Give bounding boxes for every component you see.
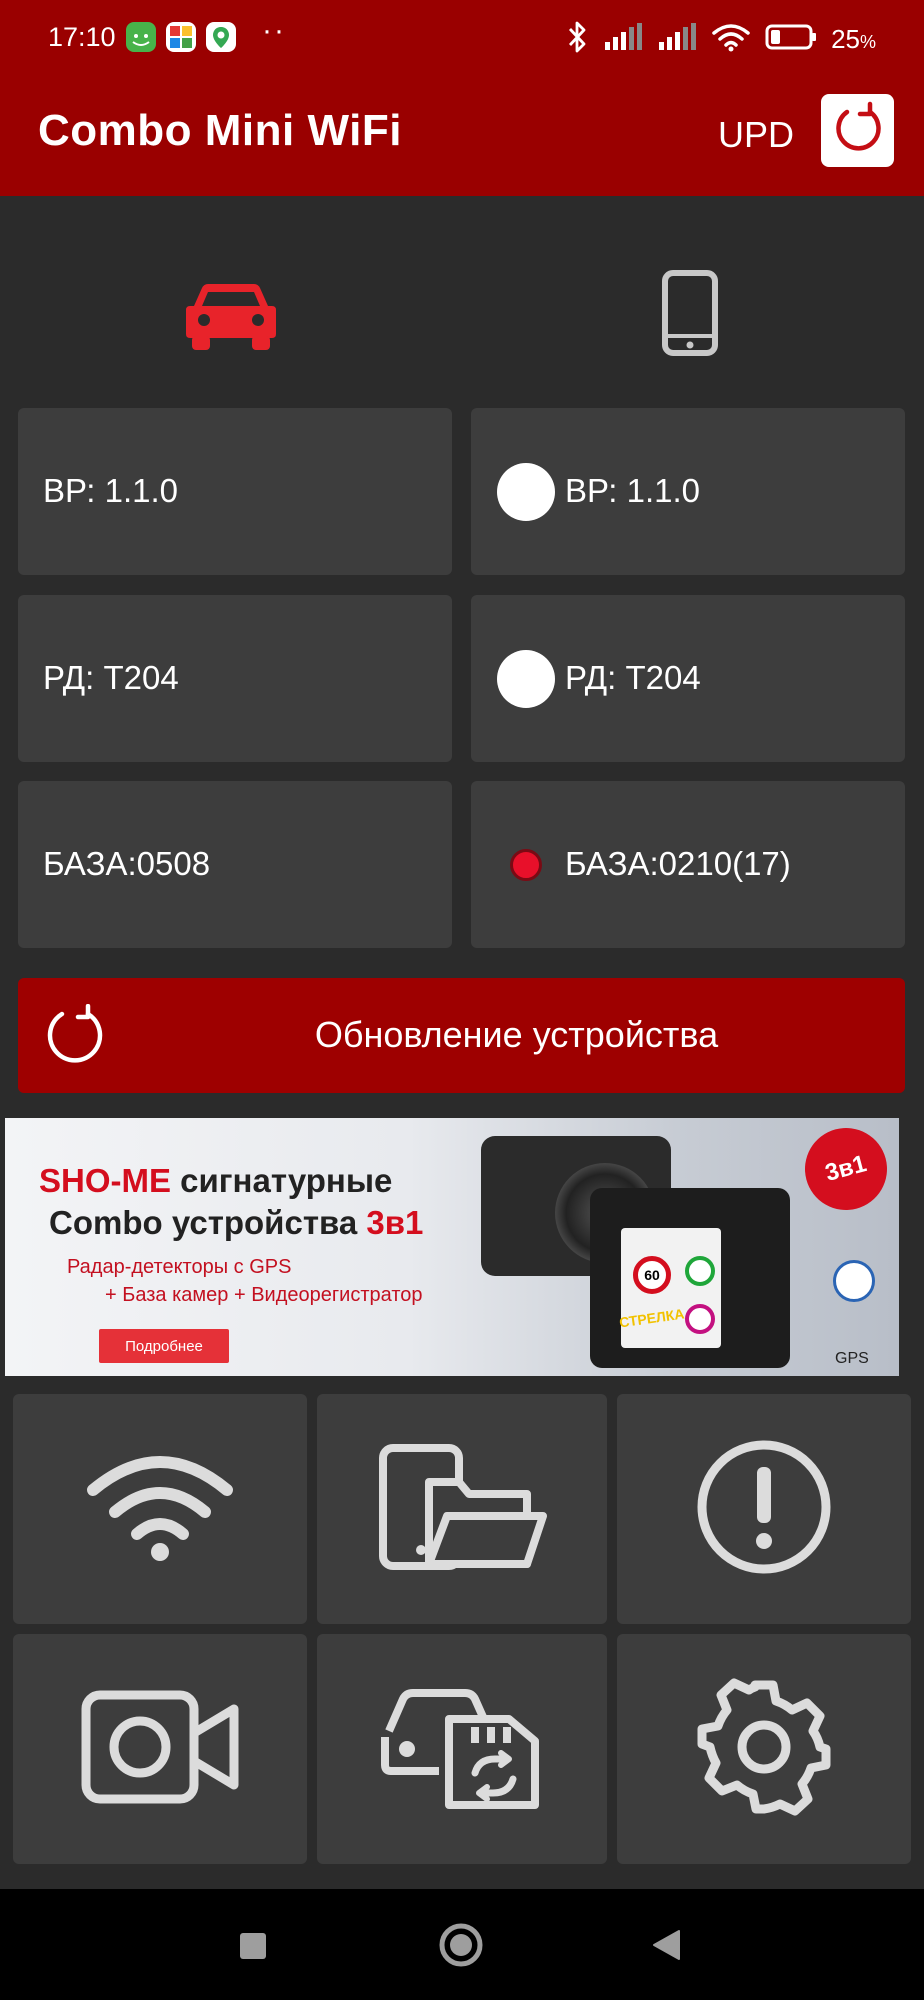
banner-3v1-badge: 3в1	[795, 1118, 897, 1220]
device-version-card: ВР: 1.1.0	[471, 408, 905, 575]
status-more-dots: ··	[262, 14, 286, 47]
device-radar-card: РД: T204	[471, 595, 905, 762]
alerts-tile[interactable]	[617, 1394, 911, 1624]
green-sign-icon	[685, 1256, 715, 1286]
banner-3v1: 3в1	[366, 1204, 424, 1241]
battery-icon	[765, 23, 817, 56]
local-radar-card: РД: T204	[18, 595, 452, 762]
banner-desc-1: Радар-детекторы с GPS	[67, 1256, 292, 1278]
back-triangle-icon[interactable]	[650, 1929, 682, 1966]
smartphone-icon[interactable]	[662, 270, 718, 361]
colorful-app-icon	[166, 22, 196, 52]
wifi-icon	[85, 1452, 235, 1567]
status-indicator-icon	[497, 463, 555, 521]
promo-banner[interactable]: SHO-ME сигнатурные Combo устройства 3в1 …	[5, 1118, 899, 1376]
battery-percent: 25%	[831, 24, 876, 54]
banner-line2: Combo устройства	[49, 1204, 358, 1241]
gear-icon	[694, 1677, 834, 1822]
local-database-text: БАЗА:0508	[43, 845, 211, 882]
status-system-icons: 25%	[567, 20, 876, 59]
phone-folder-icon	[377, 1442, 547, 1577]
exclamation-circle-icon	[694, 1437, 834, 1582]
car-icon[interactable]	[186, 278, 276, 355]
update-device-label: Обновление устройства	[314, 1014, 719, 1055]
banner-subheadline: Combo устройства 3в1	[49, 1204, 423, 1242]
upd-button[interactable]	[821, 94, 894, 167]
device-database-card: БАЗА:0210(17)	[471, 781, 905, 948]
mode-selector	[0, 196, 924, 408]
wifi-tile[interactable]	[13, 1394, 307, 1624]
camera-tile[interactable]	[13, 1634, 307, 1864]
glonass-logo-icon	[833, 1260, 875, 1302]
wifi-icon	[711, 22, 751, 57]
update-device-button[interactable]: Обновление устройства	[18, 978, 905, 1093]
sd-sync-tile[interactable]	[317, 1634, 607, 1864]
status-app-icons	[126, 22, 236, 52]
system-nav-bar	[0, 1889, 924, 2000]
signal-icon	[657, 22, 697, 57]
local-version-text: ВР: 1.1.0	[43, 472, 179, 509]
device-database-text: БАЗА:0210(17)	[565, 845, 791, 882]
car-sdcard-sync-icon	[379, 1681, 545, 1818]
local-database-card: БАЗА:0508	[18, 781, 452, 948]
recents-square-icon[interactable]	[238, 1931, 268, 1966]
status-bar: 17:10 ·· 25%	[0, 0, 924, 78]
banner-desc-2: + База камер + Видеорегистратор	[105, 1284, 423, 1306]
upd-label: UPD	[718, 114, 795, 155]
home-circle-icon[interactable]	[438, 1922, 484, 1973]
banner-more-button[interactable]: Подробнее	[99, 1329, 229, 1363]
android-app-icon	[126, 22, 156, 52]
purple-sign-icon	[685, 1304, 715, 1334]
status-indicator-icon	[510, 849, 542, 881]
device-radar-text: РД: T204	[565, 659, 701, 696]
device-version-text: ВР: 1.1.0	[565, 472, 701, 509]
app-bar: Combo Mini WiFi UPD	[0, 78, 924, 196]
banner-headline: SHO-ME сигнатурные	[39, 1162, 392, 1200]
refresh-icon	[830, 100, 886, 161]
banner-brand: SHO-ME	[39, 1162, 171, 1199]
banner-headline-rest: сигнатурные	[180, 1162, 393, 1199]
local-radar-text: РД: T204	[43, 659, 179, 696]
video-camera-icon	[80, 1689, 240, 1810]
signal-icon	[603, 22, 643, 57]
maps-pin-icon	[206, 22, 236, 52]
file-transfer-tile[interactable]	[317, 1394, 607, 1624]
speed-sign-icon: 60	[633, 1256, 671, 1294]
bluetooth-icon	[567, 20, 589, 59]
settings-tile[interactable]	[617, 1634, 911, 1864]
local-version-card: ВР: 1.1.0	[18, 408, 452, 575]
status-time: 17:10	[48, 22, 116, 52]
gps-label: GPS	[835, 1350, 869, 1367]
status-indicator-icon	[497, 650, 555, 708]
app-title: Combo Mini WiFi	[38, 106, 402, 155]
